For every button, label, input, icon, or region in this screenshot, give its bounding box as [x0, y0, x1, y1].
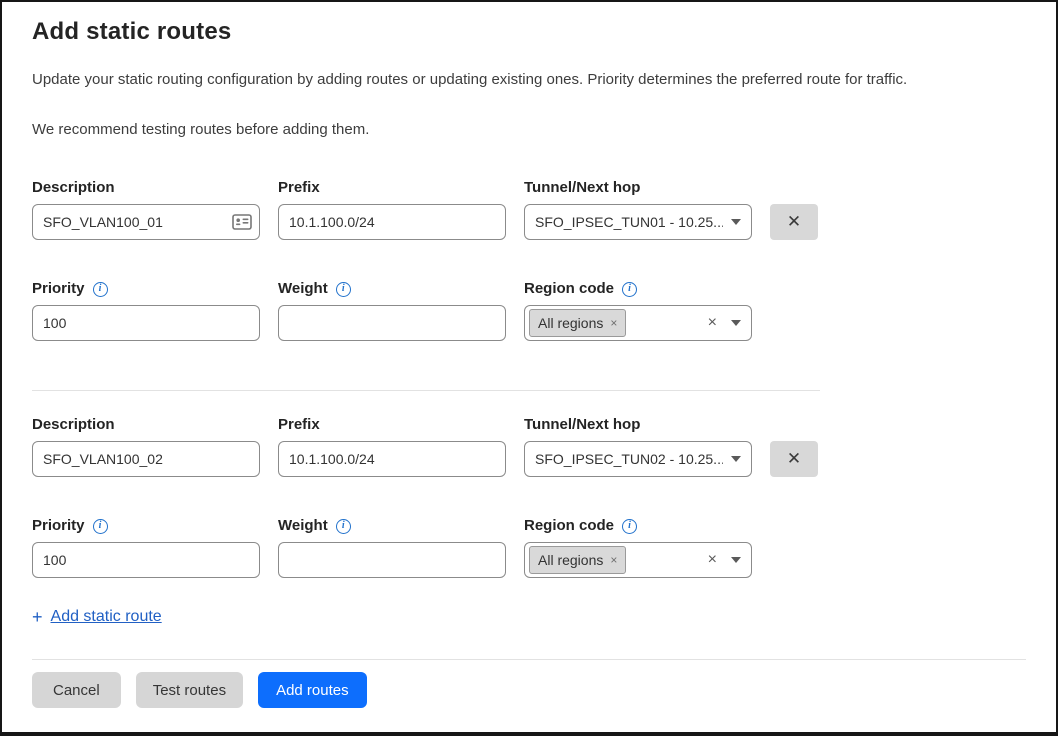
chip-remove-icon[interactable]: ×	[610, 553, 617, 567]
weight-input[interactable]	[278, 305, 506, 341]
region-chip[interactable]: All regions ×	[529, 309, 626, 337]
tunnel-select[interactable]: SFO_IPSEC_TUN02 - 10.25...	[524, 441, 752, 477]
weight-label: Weight i	[278, 279, 506, 299]
clear-icon[interactable]: ×	[708, 315, 717, 331]
section-divider	[32, 390, 820, 391]
tunnel-selected-value: SFO_IPSEC_TUN01 - 10.25...	[535, 214, 723, 230]
remove-route-button[interactable]: ✕	[770, 204, 818, 240]
description-input-wrap	[32, 204, 260, 240]
description-input[interactable]	[32, 441, 260, 477]
prefix-input[interactable]	[278, 204, 506, 240]
region-code-label-text: Region code	[524, 279, 614, 299]
priority-label-text: Priority	[32, 279, 85, 299]
add-static-route-row: + Add static route	[32, 608, 1026, 626]
footer-actions: Cancel Test routes Add routes	[32, 672, 1026, 708]
prefix-label: Prefix	[278, 415, 506, 435]
weight-input[interactable]	[278, 542, 506, 578]
region-chip-label: All regions	[538, 552, 603, 568]
add-static-route-link[interactable]: Add static route	[51, 608, 162, 626]
tunnel-select[interactable]: SFO_IPSEC_TUN01 - 10.25...	[524, 204, 752, 240]
clear-icon[interactable]: ×	[708, 552, 717, 568]
description-label: Description	[32, 178, 260, 198]
weight-label-text: Weight	[278, 279, 328, 299]
chevron-down-icon	[731, 456, 741, 462]
info-icon[interactable]: i	[622, 519, 637, 534]
remove-route-button[interactable]: ✕	[770, 441, 818, 477]
weight-label-text: Weight	[278, 516, 328, 536]
note-text: We recommend testing routes before addin…	[32, 120, 1026, 140]
chevron-down-icon	[731, 219, 741, 225]
region-multiselect[interactable]: All regions × ×	[524, 305, 752, 341]
footer-divider	[32, 659, 1026, 660]
chevron-down-icon	[731, 557, 741, 563]
priority-label-text: Priority	[32, 516, 85, 536]
priority-label: Priority i	[32, 516, 260, 536]
region-code-label: Region code i	[524, 279, 752, 299]
info-icon[interactable]: i	[93, 519, 108, 534]
tunnel-label: Tunnel/Next hop	[524, 415, 752, 435]
priority-label: Priority i	[32, 279, 260, 299]
page-title: Add static routes	[32, 16, 1026, 48]
description-label: Description	[32, 415, 260, 435]
weight-label: Weight i	[278, 516, 506, 536]
tunnel-selected-value: SFO_IPSEC_TUN02 - 10.25...	[535, 451, 723, 467]
close-icon: ✕	[787, 449, 801, 469]
description-input[interactable]	[32, 204, 260, 240]
close-icon: ✕	[787, 212, 801, 232]
region-code-label: Region code i	[524, 516, 752, 536]
intro-text: Update your static routing configuration…	[32, 70, 1026, 90]
prefix-label: Prefix	[278, 178, 506, 198]
cancel-button[interactable]: Cancel	[32, 672, 121, 708]
prefix-input[interactable]	[278, 441, 506, 477]
info-icon[interactable]: i	[336, 519, 351, 534]
priority-input[interactable]	[32, 542, 260, 578]
route-section-1: Description Prefix	[32, 178, 1026, 341]
priority-input[interactable]	[32, 305, 260, 341]
route-section-2: Description Prefix Tunnel/Next hop SFO_I…	[32, 415, 1026, 578]
tunnel-label: Tunnel/Next hop	[524, 178, 752, 198]
region-code-label-text: Region code	[524, 516, 614, 536]
info-icon[interactable]: i	[93, 282, 108, 297]
add-static-routes-dialog: Add static routes Update your static rou…	[0, 0, 1058, 736]
chip-remove-icon[interactable]: ×	[610, 316, 617, 330]
test-routes-button[interactable]: Test routes	[136, 672, 243, 708]
region-chip-label: All regions	[538, 315, 603, 331]
chevron-down-icon	[731, 320, 741, 326]
info-icon[interactable]: i	[622, 282, 637, 297]
info-icon[interactable]: i	[336, 282, 351, 297]
region-chip[interactable]: All regions ×	[529, 546, 626, 574]
plus-icon: +	[32, 608, 43, 626]
region-multiselect[interactable]: All regions × ×	[524, 542, 752, 578]
add-routes-button[interactable]: Add routes	[258, 672, 367, 708]
